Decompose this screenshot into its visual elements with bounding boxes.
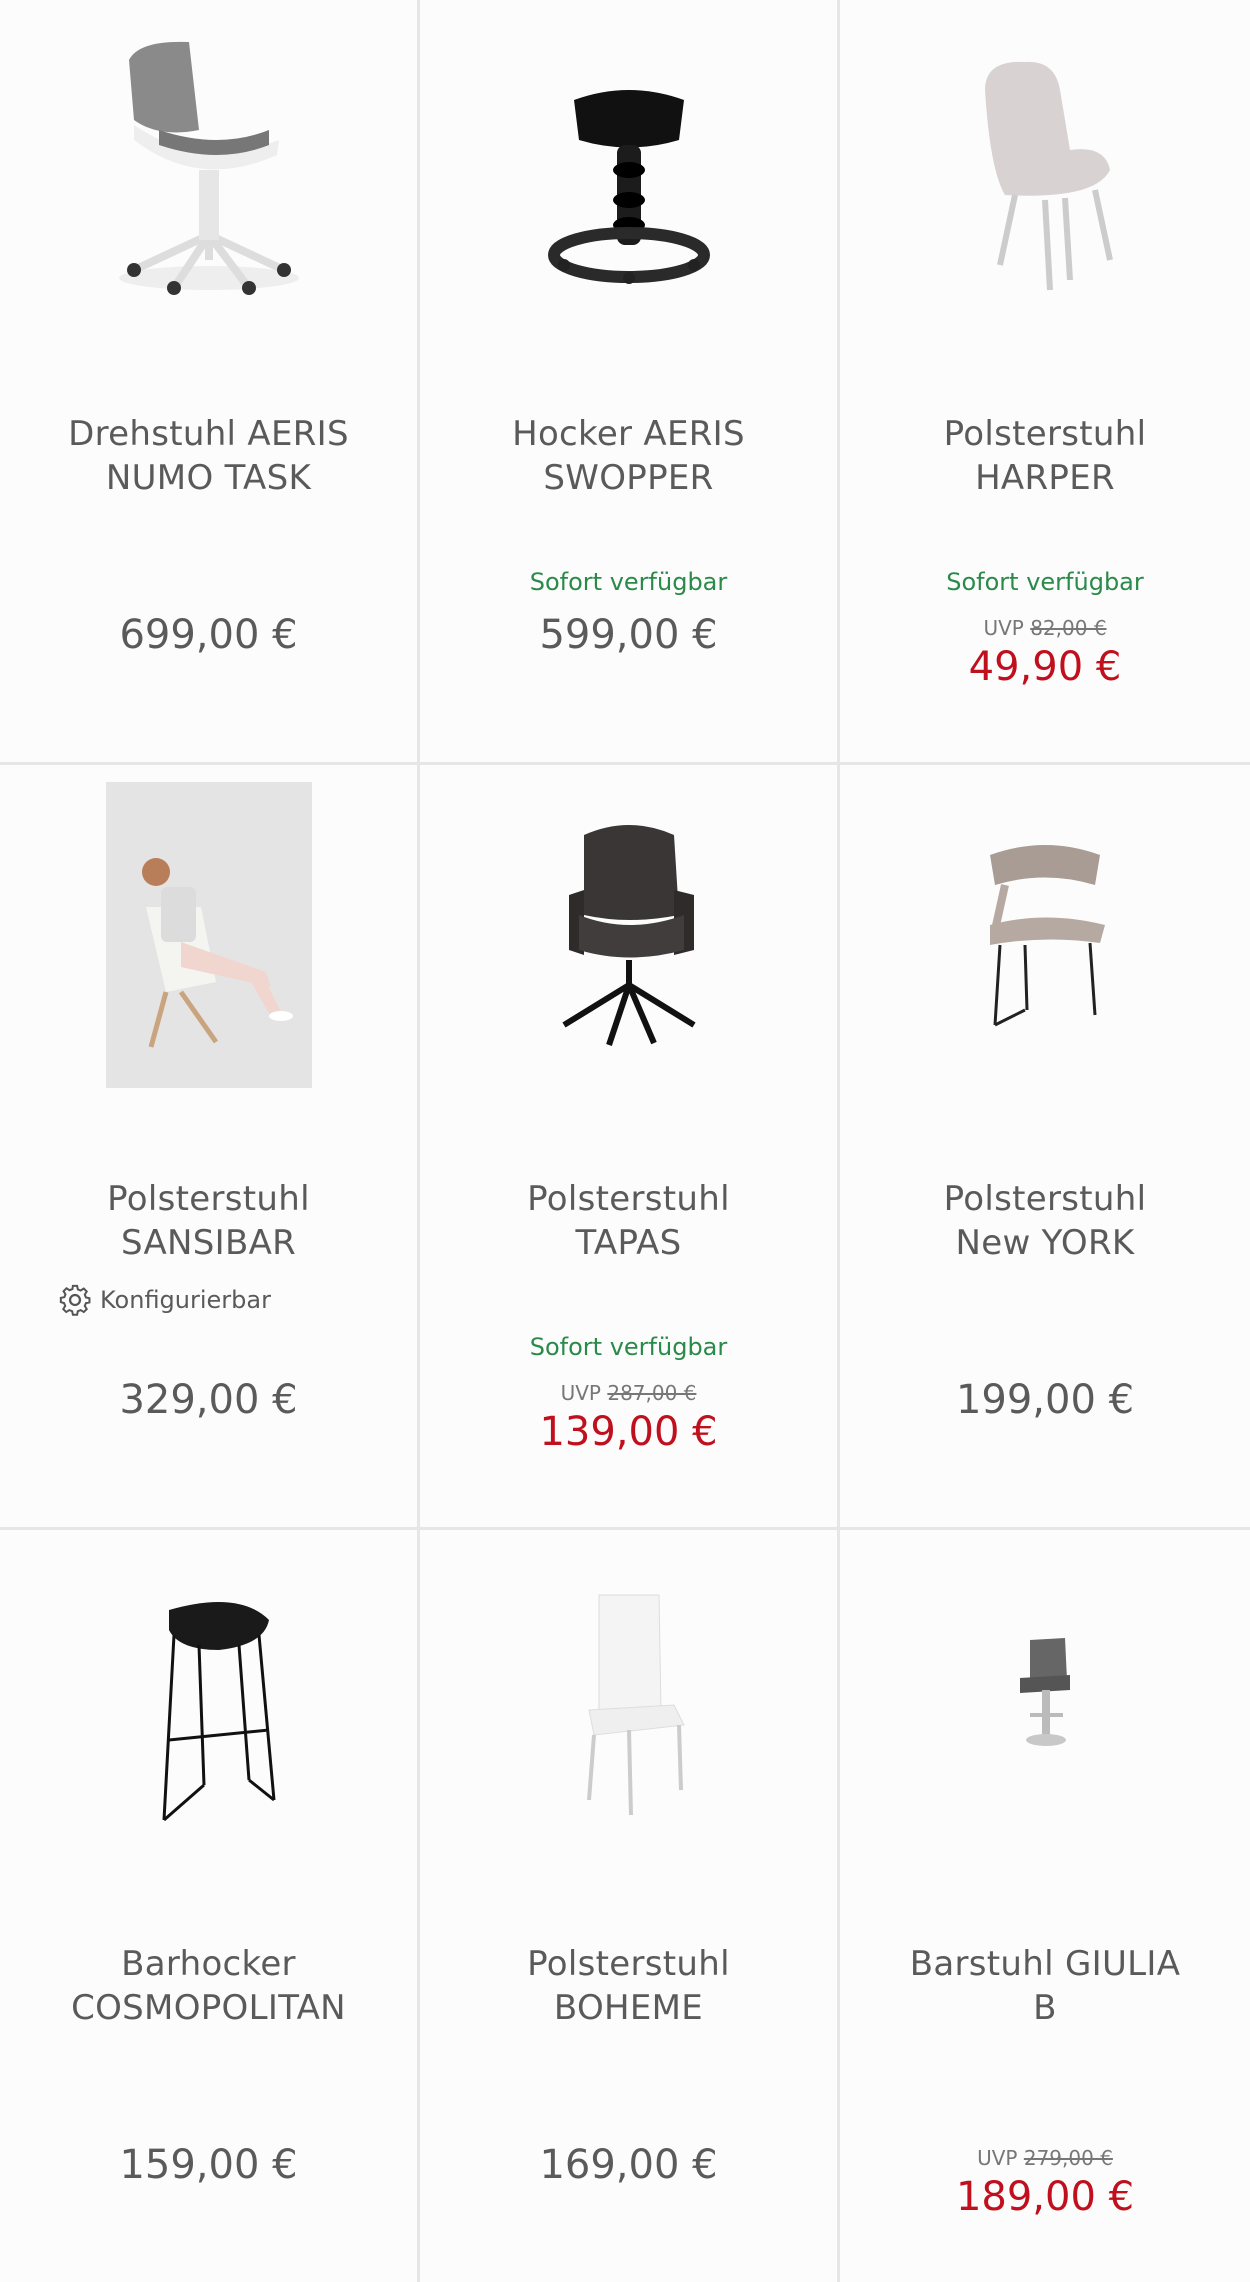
product-title[interactable]: Hocker AERIS SWOPPER	[440, 412, 817, 500]
product-title[interactable]: Polsterstuhl SANSIBAR	[20, 1177, 397, 1265]
sled-chair-icon	[990, 845, 1105, 1027]
product-image[interactable]	[420, 20, 837, 320]
woman-on-chair-photo-icon	[105, 782, 312, 1088]
column-divider	[837, 0, 840, 2282]
product-price: 199,00 €	[955, 1377, 1135, 1423]
product-image[interactable]	[0, 20, 417, 320]
product-image[interactable]	[840, 785, 1250, 1085]
bar-stool-icon	[162, 1602, 275, 1822]
sale-price: 139,00 €	[539, 1409, 718, 1455]
product-price: 169,00 €	[539, 2142, 718, 2188]
armchair-icon	[561, 825, 696, 1046]
product-title[interactable]: Barhocker COSMOPOLITAN	[20, 1942, 397, 2030]
row-divider	[0, 762, 1250, 765]
product-card[interactable]: Polsterstuhl BOHEME 169,00 €	[420, 1530, 837, 2282]
product-title[interactable]: Polsterstuhl New YORK	[860, 1177, 1230, 1265]
product-image[interactable]	[420, 785, 837, 1085]
product-title[interactable]: Barstuhl GIULIA B	[860, 1942, 1230, 2030]
product-image[interactable]	[0, 1550, 417, 1850]
row-divider	[0, 1527, 1250, 1530]
configurable-label[interactable]: Konfigurierbar	[58, 1283, 271, 1317]
gear-icon	[59, 1284, 91, 1316]
product-image[interactable]	[840, 20, 1250, 320]
product-card[interactable]: Polsterstuhl New YORK 199,00 €	[840, 765, 1250, 1527]
white-chair-icon	[586, 1594, 685, 1816]
column-divider	[417, 0, 420, 2282]
sale-price: 49,90 €	[968, 644, 1122, 690]
swopper-stool-icon	[547, 90, 710, 284]
product-card[interactable]: Polsterstuhl HARPER Sofort verfügbar UVP…	[840, 0, 1250, 762]
product-card[interactable]: Polsterstuhl SANSIBAR 329,00 €	[0, 765, 417, 1527]
product-title[interactable]: Polsterstuhl TAPAS	[440, 1177, 817, 1265]
product-card[interactable]: Hocker AERIS SWOPPER Sofort verfügbar 59…	[420, 0, 837, 762]
upholstered-chair-icon	[985, 61, 1113, 291]
product-title[interactable]: Drehstuhl AERIS NUMO TASK	[20, 412, 397, 500]
product-price: 329,00 €	[119, 1377, 298, 1423]
uvp-price: UVP 279,00 €	[977, 2146, 1113, 2170]
product-grid: Drehstuhl AERIS NUMO TASK 699,00 € Hocke…	[0, 0, 1250, 2282]
product-image[interactable]	[840, 1550, 1250, 1850]
availability-label: Sofort verfügbar	[529, 1333, 728, 1361]
availability-label: Sofort verfügbar	[529, 568, 728, 596]
product-card[interactable]: Polsterstuhl TAPAS Sofort verfügbar UVP …	[420, 765, 837, 1527]
barstool-icon	[1020, 1638, 1070, 1746]
product-price: 159,00 €	[119, 2142, 298, 2188]
uvp-price: UVP 287,00 €	[560, 1381, 697, 1405]
uvp-price: UVP 82,00 €	[983, 616, 1107, 640]
product-image[interactable]	[0, 782, 417, 1088]
office-chair-icon	[118, 41, 299, 295]
sale-price: 189,00 €	[955, 2174, 1135, 2220]
product-image[interactable]	[420, 1550, 837, 1850]
product-price: 699,00 €	[119, 612, 298, 658]
product-card[interactable]: Drehstuhl AERIS NUMO TASK 699,00 €	[0, 0, 417, 762]
product-title[interactable]: Polsterstuhl BOHEME	[440, 1942, 817, 2030]
product-title[interactable]: Polsterstuhl HARPER	[860, 412, 1230, 500]
product-price: 599,00 €	[539, 612, 718, 658]
product-card[interactable]: Barhocker COSMOPOLITAN 159,00 €	[0, 1530, 417, 2282]
product-card[interactable]: Barstuhl GIULIA B UVP 279,00 € 189,00 €	[840, 1530, 1250, 2282]
availability-label: Sofort verfügbar	[946, 568, 1144, 596]
